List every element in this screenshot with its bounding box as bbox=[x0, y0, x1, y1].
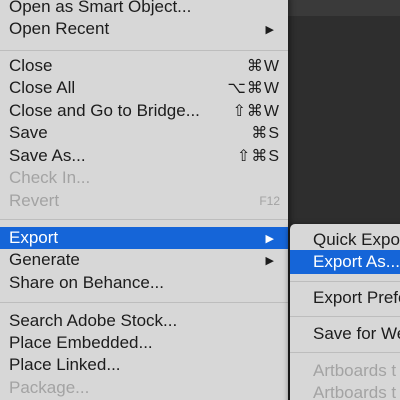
options-bar bbox=[288, 0, 400, 16]
submenu-item-quick-export[interactable]: Quick Expo bbox=[290, 228, 400, 252]
menu-item-label: Share on Behance... bbox=[9, 273, 165, 292]
shortcut-label: ⇧⌘S bbox=[236, 148, 280, 165]
menu-item-search-adobe-stock[interactable]: Search Adobe Stock... bbox=[0, 310, 288, 332]
menu-separator bbox=[0, 50, 288, 51]
menu-item-label: Search Adobe Stock... bbox=[9, 311, 178, 330]
menu-item-label: Export bbox=[9, 228, 59, 247]
submenu-item-label: Save for We bbox=[313, 324, 400, 343]
submenu-separator bbox=[290, 316, 400, 317]
shortcut-label: ⌥⌘W bbox=[227, 80, 280, 97]
submenu-item-label: Export Prefe bbox=[313, 288, 400, 307]
menu-item-package: Package... bbox=[0, 377, 288, 399]
submenu-arrow-icon: ▶ bbox=[265, 254, 274, 267]
submenu-item-artboards-to-pdf: Artboards t bbox=[290, 381, 400, 400]
menu-item-revert: Revert F12 bbox=[0, 190, 288, 212]
menu-separator bbox=[0, 219, 288, 220]
submenu-item-export-as[interactable]: Export As... bbox=[290, 250, 400, 274]
submenu-separator bbox=[290, 281, 400, 282]
shortcut-label: ⌘S bbox=[251, 125, 280, 142]
submenu-item-label: Export As... bbox=[313, 252, 400, 271]
submenu-arrow-icon: ▶ bbox=[265, 23, 274, 36]
menu-item-label: Generate bbox=[9, 250, 80, 269]
menu-item-label: Open as Smart Object... bbox=[9, 0, 192, 16]
menu-item-export[interactable]: Export ▶ bbox=[0, 227, 288, 249]
menu-item-open-recent[interactable]: Open Recent ▶ bbox=[0, 18, 288, 40]
menu-item-label: Package... bbox=[9, 378, 90, 397]
menu-item-save[interactable]: Save ⌘S bbox=[0, 122, 288, 144]
submenu-item-label: Artboards t bbox=[313, 361, 397, 380]
menu-separator bbox=[0, 302, 288, 303]
shortcut-label: F12 bbox=[259, 194, 280, 208]
shortcut-label: ⇧⌘W bbox=[232, 103, 280, 120]
submenu-arrow-icon: ▶ bbox=[265, 232, 274, 245]
menu-item-check-in: Check In... bbox=[0, 167, 288, 189]
submenu-separator bbox=[290, 352, 400, 353]
menu-item-generate[interactable]: Generate ▶ bbox=[0, 249, 288, 271]
menu-item-close-all[interactable]: Close All ⌥⌘W bbox=[0, 77, 288, 99]
menu-item-place-embedded[interactable]: Place Embedded... bbox=[0, 332, 288, 354]
export-submenu: Quick Expo Export As... Export Prefe Sav… bbox=[290, 224, 400, 400]
menu-item-close-and-go-to-bridge[interactable]: Close and Go to Bridge... ⇧⌘W bbox=[0, 100, 288, 122]
menu-item-label: Open Recent bbox=[9, 19, 110, 38]
submenu-item-artboards-to-files: Artboards t bbox=[290, 359, 400, 383]
menu-item-place-linked[interactable]: Place Linked... bbox=[0, 354, 288, 376]
menu-item-open-as-smart-object[interactable]: Open as Smart Object... bbox=[0, 0, 288, 18]
file-menu: Open as Smart Object... Open Recent ▶ Cl… bbox=[0, 0, 288, 400]
menu-item-label: Place Embedded... bbox=[9, 333, 153, 352]
shortcut-label: ⌘W bbox=[246, 58, 280, 75]
photoshop-window: Open as Smart Object... Open Recent ▶ Cl… bbox=[0, 0, 400, 400]
submenu-item-label: Artboards t bbox=[313, 383, 397, 400]
menu-item-label: Check In... bbox=[9, 168, 91, 187]
menu-item-share-on-behance[interactable]: Share on Behance... bbox=[0, 272, 288, 294]
menu-item-label: Save bbox=[9, 123, 48, 142]
menu-item-close[interactable]: Close ⌘W bbox=[0, 55, 288, 77]
menu-item-save-as[interactable]: Save As... ⇧⌘S bbox=[0, 145, 288, 167]
submenu-item-label: Quick Expo bbox=[313, 230, 400, 249]
menu-item-label: Place Linked... bbox=[9, 355, 121, 374]
submenu-item-save-for-web[interactable]: Save for We bbox=[290, 322, 400, 346]
submenu-item-export-preferences[interactable]: Export Prefe bbox=[290, 286, 400, 310]
menu-item-label: Revert bbox=[9, 191, 60, 210]
